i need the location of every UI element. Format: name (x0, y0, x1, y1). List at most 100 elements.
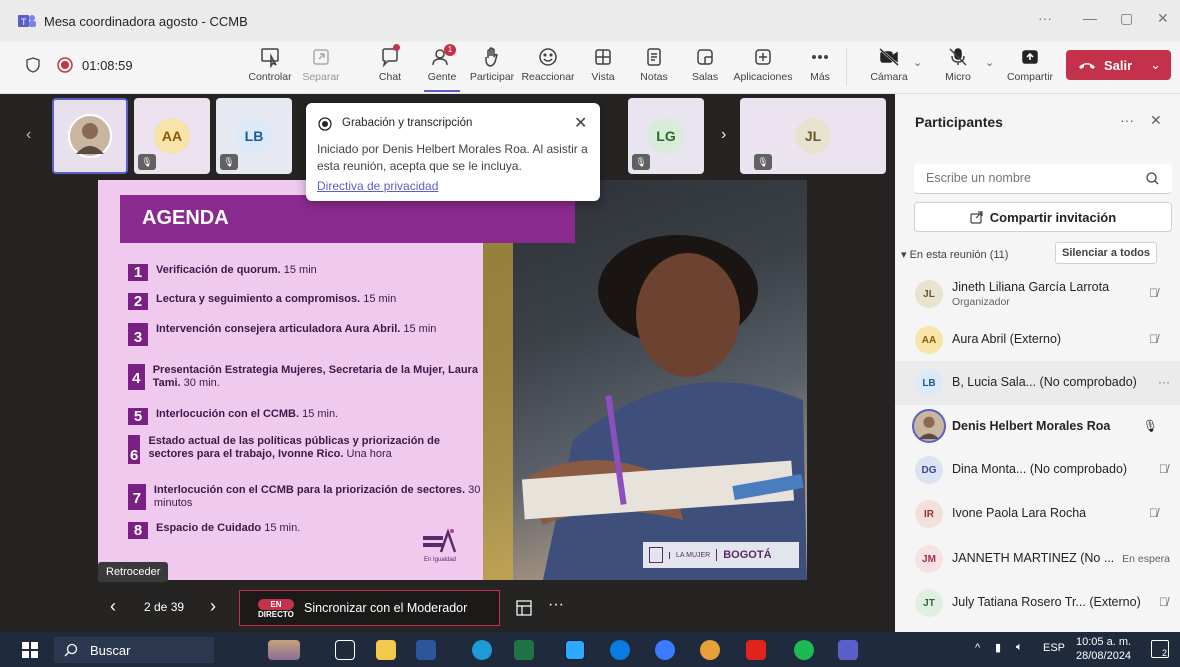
back-tooltip: Retroceder (98, 562, 169, 582)
raise-hand-button[interactable]: Participar (464, 46, 520, 83)
muted-mic-icon: 🎙̸ (1149, 506, 1158, 520)
strip-next-icon[interactable]: › (721, 126, 726, 144)
privacy-link[interactable]: Directiva de privacidad (317, 179, 438, 193)
view-button[interactable]: Vista (575, 46, 631, 83)
teams-icon[interactable] (838, 640, 858, 660)
thumb-denis[interactable] (52, 98, 128, 174)
camera-chevron-icon[interactable]: ⌄ (913, 56, 922, 69)
react-button[interactable]: Reaccionar (520, 46, 576, 83)
cathedral-widget-icon[interactable] (268, 640, 300, 660)
participant-search[interactable] (914, 164, 1172, 194)
taskbar-search[interactable]: Buscar (54, 637, 214, 663)
participant-row[interactable]: JM JANNETH MARTINEZ (No ... En espera (895, 537, 1180, 581)
agenda-item: 6 Estado actual de las políticas públicas… (128, 435, 483, 464)
participant-row[interactable]: JL Jineth Liliana García Larrota Organiz… (895, 272, 1180, 316)
search-input[interactable] (914, 164, 1134, 192)
more-options-icon[interactable]: ··· (548, 596, 564, 614)
avatar: JT (915, 589, 943, 617)
chat-button[interactable]: Chat (362, 44, 418, 83)
share-button[interactable]: Compartir (1002, 46, 1058, 83)
minimize-icon[interactable]: — (1083, 10, 1097, 26)
participant-row[interactable]: Denis Helbert Morales Roa 🎙︎ (895, 405, 1180, 449)
raise-hand-icon (485, 47, 498, 67)
control-button[interactable]: Controlar (242, 46, 298, 83)
mute-all-button[interactable]: Silenciar a todos (1055, 242, 1157, 264)
app-circle-icon[interactable] (655, 640, 675, 660)
avatar: JM (915, 545, 943, 573)
more-button[interactable]: Más (792, 46, 848, 83)
meeting-toolbar: 01:08:59 Controlar Separar Chat 1 Gente … (0, 42, 1180, 94)
close-icon[interactable]: ✕ (574, 113, 587, 133)
avatar: AA (154, 118, 190, 154)
task-view-icon[interactable] (335, 640, 355, 660)
thumb-aa[interactable]: AA 🎙︎ (134, 98, 210, 174)
rooms-button[interactable]: Salas (677, 46, 733, 83)
maximize-icon[interactable]: ▢ (1120, 10, 1133, 27)
strip-prev-icon[interactable]: ‹ (26, 126, 31, 144)
participant-row[interactable]: AA Aura Abril (Externo) 🎙̸ (895, 318, 1180, 362)
section-toggle[interactable]: ▾ En esta reunión (11) (901, 248, 1008, 261)
pop-out-button[interactable]: Separar (293, 46, 349, 83)
photoshop-icon[interactable] (565, 640, 585, 660)
thumb-lg[interactable]: LG 🎙︎ (628, 98, 704, 174)
participant-row[interactable]: IR Ivone Paola Lara Rocha 🎙̸ (895, 492, 1180, 536)
excel-icon[interactable] (514, 640, 534, 660)
more-options-icon[interactable]: ··· (1038, 10, 1052, 26)
layout-icon[interactable] (516, 600, 532, 616)
prev-slide-icon[interactable]: ‹ (110, 596, 116, 617)
participant-row[interactable]: JT July Tatiana Rosero Tr... (Externo) 🎙… (895, 581, 1180, 625)
recording-title: Grabación y transcripción (342, 117, 473, 129)
bogota-logos: LA MUJER BOGOTÁ (643, 542, 799, 568)
chrome-icon[interactable] (700, 640, 720, 660)
windows-start-icon[interactable] (22, 642, 38, 658)
avatar: LB (915, 369, 943, 397)
browser-icon[interactable] (610, 640, 630, 660)
recording-notification: Grabación y transcripción ✕ Iniciado por… (306, 103, 600, 201)
apps-button[interactable]: Aplicaciones (734, 46, 792, 83)
next-slide-icon[interactable]: › (210, 596, 216, 617)
pop-out-icon (313, 49, 329, 65)
en-igualdad-logo: En Igualdad (423, 528, 457, 563)
thumb-jl[interactable]: JL 🎙︎ (740, 98, 886, 174)
participant-row[interactable]: DG Dina Monta... (No comprobado) 🎙̸ (895, 448, 1180, 492)
panel-more-icon[interactable]: ··· (1120, 112, 1134, 128)
muted-mic-icon: 🎙︎ (220, 154, 238, 170)
slide-navigation: ‹ 2 de 39 › EN DIRECTO Sincronizar con e… (98, 590, 648, 626)
search-icon (64, 643, 78, 657)
language-indicator[interactable]: ESP (1043, 642, 1065, 654)
breakout-rooms-icon (697, 49, 713, 65)
people-button[interactable]: 1 Gente (414, 44, 470, 92)
spotify-icon[interactable] (794, 640, 814, 660)
notes-button[interactable]: Notas (626, 46, 682, 83)
clock[interactable]: 10:05 a. m. 28/08/2024 (1076, 635, 1131, 663)
leave-chevron-icon[interactable]: ⌄ (1150, 57, 1161, 73)
leave-button[interactable]: Salir ⌄ (1066, 50, 1171, 80)
word-icon[interactable] (416, 640, 436, 660)
shield-icon (26, 57, 40, 73)
more-icon[interactable]: ··· (1158, 375, 1170, 389)
camera-button[interactable]: Cámara (861, 46, 917, 83)
notification-center-icon[interactable]: 2 (1151, 640, 1169, 658)
volume-icon[interactable]: 🔈︎ (1016, 641, 1023, 654)
tray-chevron-icon[interactable]: ^ (975, 642, 980, 654)
share-invite-button[interactable]: Compartir invitación (914, 202, 1172, 232)
equality-logo-icon (423, 528, 457, 553)
avatar (912, 409, 946, 443)
agenda-title: AGENDA (142, 207, 229, 229)
coat-of-arms-icon (649, 547, 663, 563)
acrobat-icon[interactable] (746, 640, 766, 660)
network-icon[interactable]: ▮ (995, 641, 1001, 654)
participant-row[interactable]: LB B, Lucia Sala... (No comprobado) ··· (895, 361, 1180, 405)
muted-mic-icon: 🎙︎ (754, 154, 772, 170)
close-panel-icon[interactable]: ✕ (1150, 112, 1162, 129)
agenda-header: AGENDA (120, 195, 575, 243)
mic-button[interactable]: Micro (930, 46, 986, 83)
avatar: IR (915, 500, 943, 528)
file-explorer-icon[interactable] (376, 640, 396, 660)
edge-icon[interactable] (472, 640, 492, 660)
thumb-lb[interactable]: LB 🎙︎ (216, 98, 292, 174)
close-window-icon[interactable]: ✕ (1157, 10, 1169, 27)
sync-moderator-button[interactable]: EN DIRECTO Sincronizar con el Moderador (239, 590, 500, 626)
toolbar-divider (846, 48, 847, 86)
mic-chevron-icon[interactable]: ⌄ (985, 56, 994, 69)
